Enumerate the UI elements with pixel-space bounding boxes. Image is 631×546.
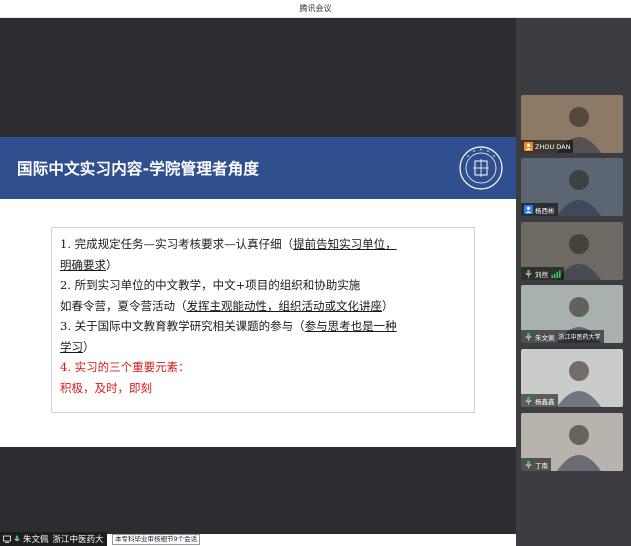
participant-label: 丁南 — [521, 458, 551, 471]
participant-org: 浙江中医药大学 — [558, 334, 601, 341]
slide-line-highlight: 4. 实习的三个重要元素： — [60, 360, 190, 374]
presentation-slide: 国际中文实习内容-学院管理者角度 1. 完成规定任务—实习考核要求—认真仔细（提… — [0, 137, 516, 447]
underlined-text: 参与思考也是一种 — [304, 319, 397, 333]
mic-icon — [14, 535, 20, 541]
line-text: ） — [382, 298, 394, 313]
line-text: ） — [106, 257, 118, 272]
underlined-text: 学习 — [60, 339, 83, 354]
mic-icon — [525, 332, 532, 341]
participant-video-tile[interactable]: 刘然 — [521, 222, 623, 280]
participant-video-tile[interactable]: 杨鑫鑫 — [521, 349, 623, 407]
active-speaker-label: 朱文佩 浙江中医药大 — [0, 532, 107, 546]
participant-label: ZHOU DAN — [521, 140, 574, 153]
slide-line: 学习） — [60, 337, 468, 358]
mic-icon — [525, 396, 532, 405]
participant-video-tile[interactable]: ZHOU DAN — [521, 95, 623, 153]
participant-name: ZHOU DAN — [535, 142, 571, 151]
line-text: 如春令营，夏令营活动（ — [60, 298, 187, 313]
host-icon — [524, 142, 533, 151]
slide-title: 国际中文实习内容-学院管理者角度 — [17, 160, 260, 178]
participant-name: 朱文佩 — [535, 333, 555, 342]
underlined-text: 提前告知实习单位， — [293, 237, 397, 251]
participant-name: 杨鑫鑫 — [535, 397, 555, 406]
volume-bars-icon — [551, 270, 561, 278]
speaker-name: 朱文佩 — [23, 535, 49, 545]
participant-label: 朱文佩 浙江中医药大学 — [521, 330, 604, 343]
slide-line: 1. 完成规定任务—实习考核要求—认真仔细（提前告知实习单位， — [60, 234, 468, 255]
slide-line-highlight: 积极，及时，即刻 — [60, 380, 152, 395]
participant-video-tile[interactable]: 杨西彬 — [521, 158, 623, 216]
mic-icon — [525, 460, 532, 469]
line-text: 1. 完成规定任务—实习考核要求—认真仔细（ — [60, 237, 294, 251]
university-emblem-icon — [459, 146, 503, 190]
slide-content-box: 1. 完成规定任务—实习考核要求—认真仔细（提前告知实习单位， 明确要求） 2. 所… — [51, 227, 475, 413]
participant-name: 杨西彬 — [535, 206, 555, 215]
underlined-text: 明确要求 — [60, 257, 106, 272]
user-icon — [524, 205, 533, 214]
underlined-text: 发挥主观能动性，组织活动或文化讲座 — [186, 298, 383, 313]
slide-content: 1. 完成规定任务—实习考核要求—认真仔细（提前告知实习单位， 明确要求） 2. 所… — [52, 228, 474, 412]
slide-line: 3. 关于国际中文教育教学研究相关课题的参与（参与思考也是一种 — [60, 316, 468, 337]
participant-label: 杨西彬 — [521, 203, 558, 216]
slide-header: 国际中文实习内容-学院管理者角度 — [0, 137, 516, 199]
screen-icon — [3, 535, 11, 543]
mic-icon — [525, 269, 532, 278]
participant-video-tile[interactable]: 朱文佩 浙江中医药大学 — [521, 285, 623, 343]
shared-screen-area: 国际中文实习内容-学院管理者角度 1. 完成规定任务—实习考核要求—认真仔细（提… — [0, 18, 516, 534]
app-title: 腾讯会议 — [299, 4, 332, 13]
participant-video-tile[interactable]: 丁南 — [521, 413, 623, 471]
participant-name: 丁南 — [535, 461, 548, 470]
slide-line: 2. 所到实习单位的中文教学，中文+项目的组织和协助实施 — [60, 275, 468, 296]
participant-name: 刘然 — [535, 270, 548, 279]
line-text: 3. 关于国际中文教育教学研究相关课题的参与（ — [60, 319, 305, 333]
notification-toast[interactable]: 本专科毕业审核细节9个会话 — [112, 534, 201, 545]
participant-video-list: ZHOU DAN 杨西彬刘然朱文佩 浙江中医药大学杨鑫鑫丁南 — [516, 18, 631, 546]
title-bar: 腾讯会议 — [0, 0, 631, 18]
line-text: ） — [83, 339, 95, 354]
speaker-org: 浙江中医药大 — [52, 535, 104, 545]
participant-label: 刘然 — [521, 267, 564, 280]
slide-line: 明确要求） — [60, 255, 468, 276]
slide-line: 如春令营，夏令营活动（发挥主观能动性，组织活动或文化讲座） — [60, 296, 468, 317]
line-text: 2. 所到实习单位的中文教学，中文+项目的组织和协助实施 — [60, 278, 361, 292]
participant-label: 杨鑫鑫 — [521, 394, 558, 407]
